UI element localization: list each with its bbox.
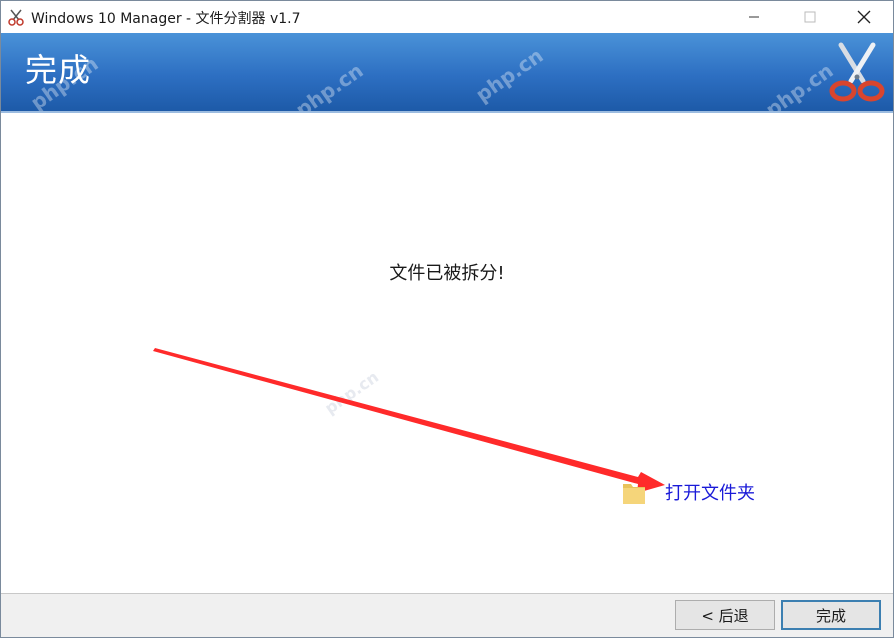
scissors-app-icon — [8, 9, 24, 26]
file-splitter-window: Windows 10 Manager - 文件分割器 v1.7 完成 php.c… — [0, 0, 894, 638]
maximize-icon — [804, 11, 816, 23]
window-title: Windows 10 Manager - 文件分割器 v1.7 — [31, 11, 301, 27]
maximize-button[interactable] — [787, 1, 833, 33]
scissors-icon — [829, 42, 885, 102]
folder-icon — [623, 484, 645, 504]
annotation-arrow — [153, 348, 665, 493]
finish-button[interactable]: 完成 — [781, 600, 881, 630]
close-icon — [857, 10, 871, 24]
minimize-icon — [749, 16, 759, 18]
title-bar[interactable]: Windows 10 Manager - 文件分割器 v1.7 — [1, 1, 893, 33]
open-folder-link[interactable]: 打开文件夹 — [665, 479, 755, 505]
back-button[interactable]: < 后退 — [675, 600, 775, 630]
close-button[interactable] — [841, 1, 887, 33]
watermark: php.cn — [471, 43, 548, 107]
watermark: php.cn — [291, 58, 368, 113]
content-area: php.cn 文件已被拆分! 打开文件夹 — [1, 113, 893, 593]
minimize-button[interactable] — [731, 1, 777, 33]
button-bar: < 后退 完成 — [1, 593, 893, 637]
header-banner: 完成 php.cn php.cn php.cn php.cn — [1, 33, 893, 113]
